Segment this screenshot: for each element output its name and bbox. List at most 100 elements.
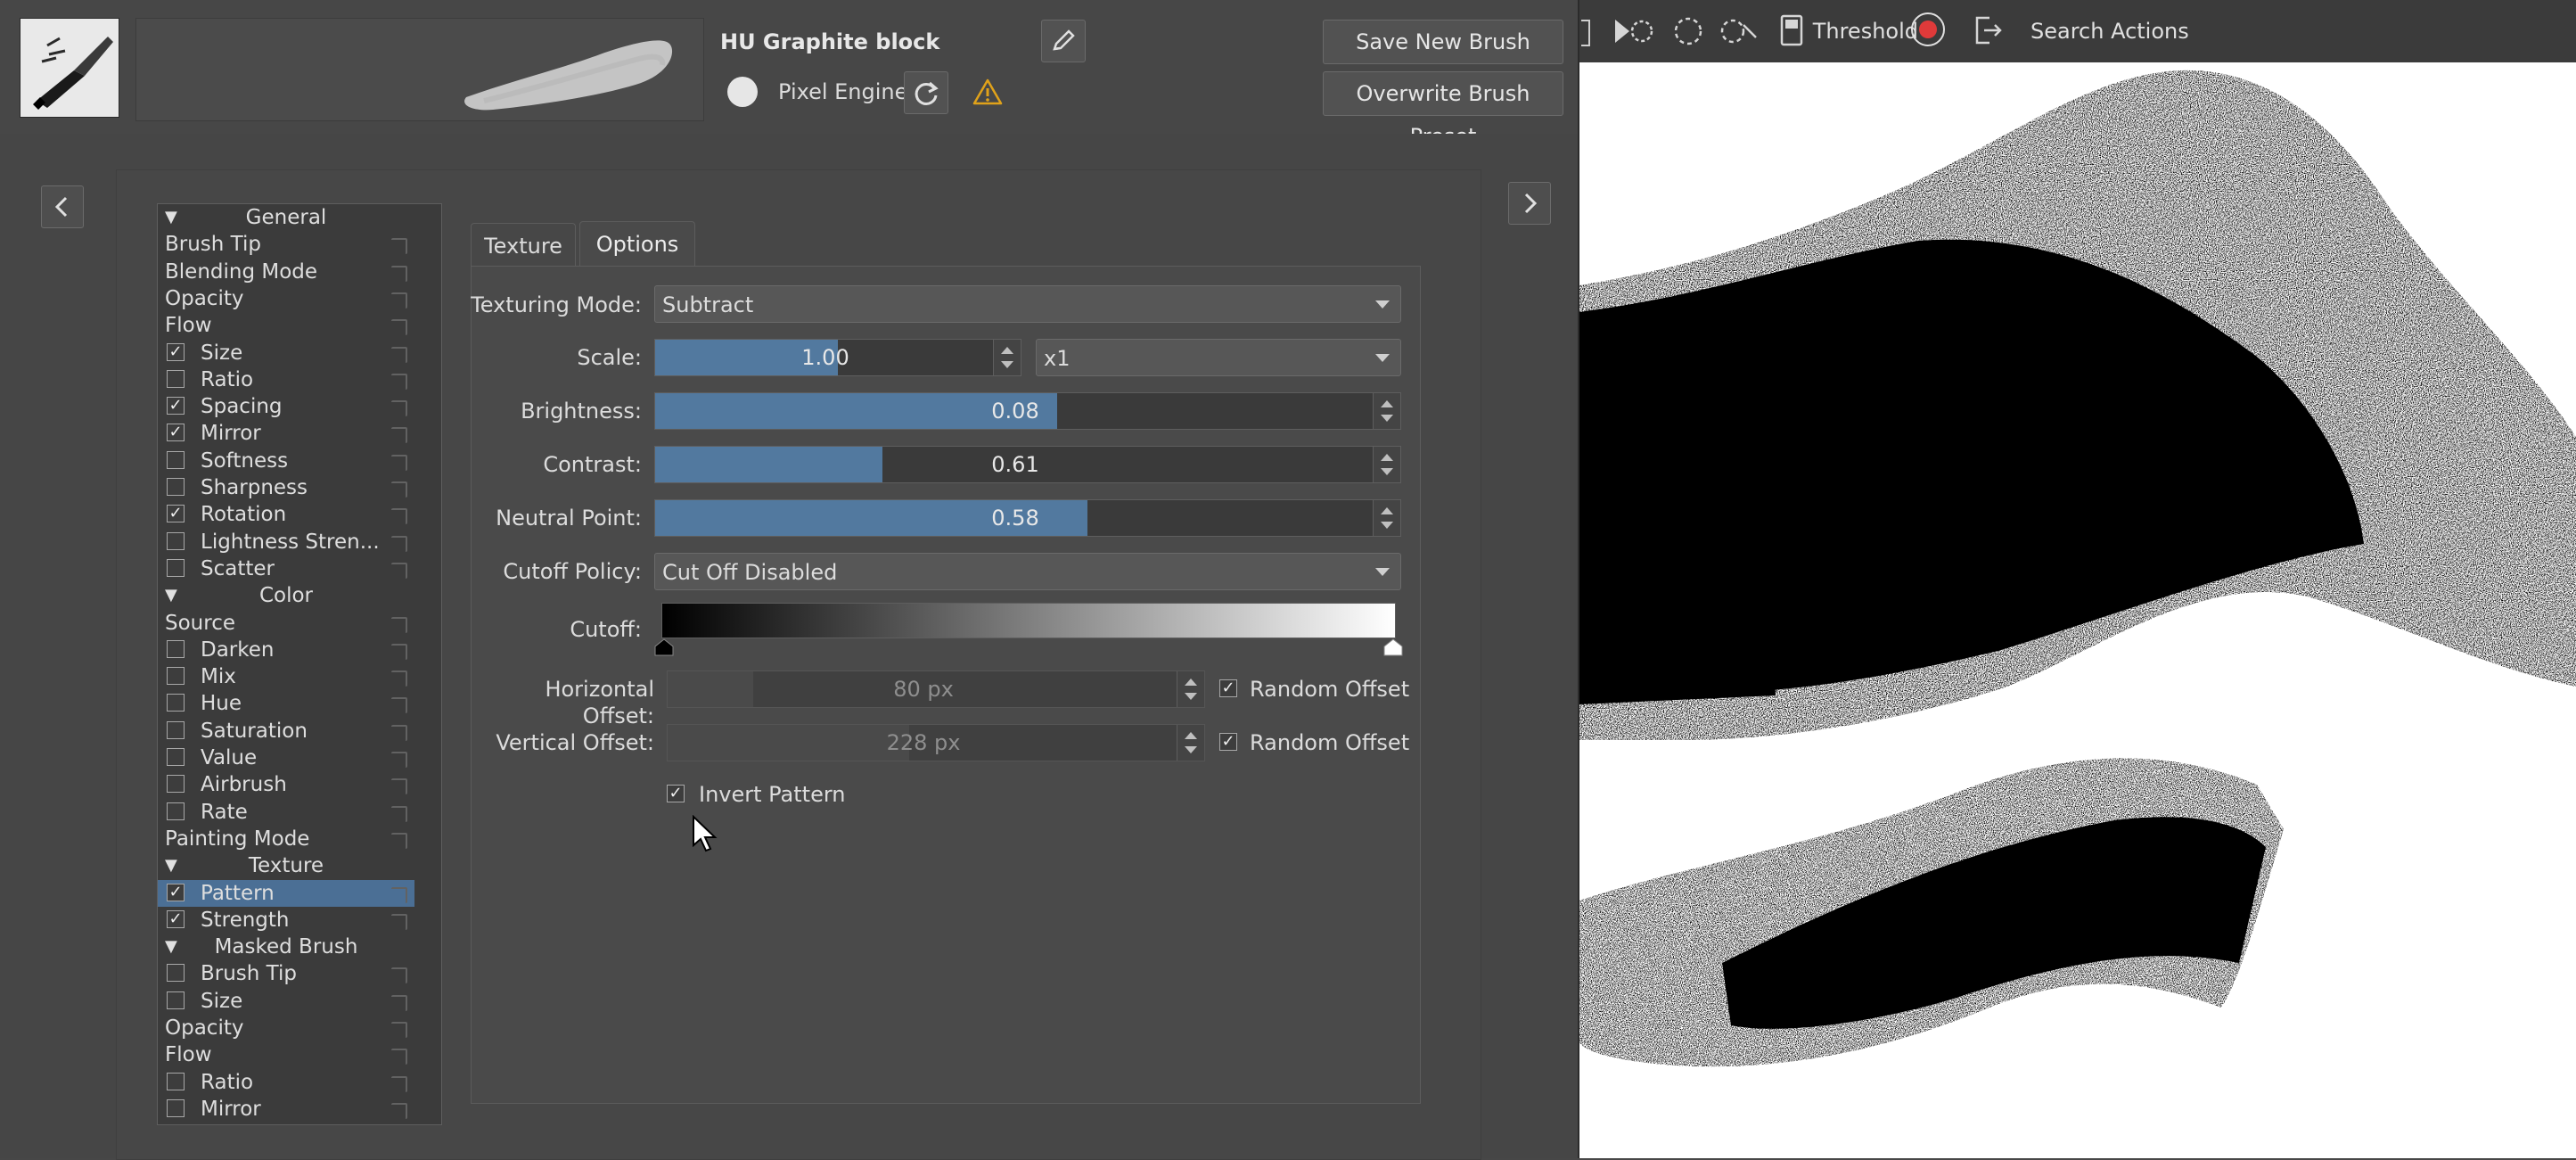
cutoff-gradient[interactable] [661,603,1396,638]
option-group-header[interactable]: ▼ Texture [158,852,414,879]
option-checkbox[interactable] [167,964,185,983]
collapse-triangle-icon[interactable]: ▼ [165,934,177,960]
option-group-header[interactable]: ▼ Masked Brush [158,934,414,960]
edit-name-button[interactable] [1041,20,1086,62]
option-checkbox[interactable] [167,694,185,712]
tab-texture[interactable]: Texture [471,223,576,268]
option-checkbox[interactable] [167,802,185,820]
option-list-item[interactable]: ✓ Strength [158,907,414,934]
option-list-item[interactable]: Darken [158,637,414,663]
option-list-item[interactable]: Value [158,745,414,771]
option-list-item[interactable]: Painting Mode [158,826,414,852]
overwrite-preset-button[interactable]: Overwrite Brush Preset [1323,71,1563,149]
vertical-offset-spinner[interactable] [1177,725,1204,761]
contrast-slider[interactable]: 0.61 [654,446,1401,483]
option-list-item[interactable]: ✓ Mirror [158,420,414,447]
search-actions-button[interactable]: Search Actions [2030,18,2189,45]
option-list-item[interactable]: Size [158,988,414,1015]
option-list-item[interactable]: Hue [158,690,414,717]
subtract-selection-icon[interactable] [1717,14,1760,52]
option-checkbox[interactable] [167,1098,185,1117]
horizontal-random-offset-checkbox[interactable]: ✓ [1219,679,1237,697]
option-list-item[interactable]: ✓ Size [158,340,414,366]
option-list-item[interactable]: Saturation [158,718,414,745]
option-list-item[interactable]: Softness [158,448,414,474]
option-list-item[interactable]: Rate [158,799,414,826]
collapse-triangle-icon[interactable]: ▼ [165,582,177,609]
collapse-left-button[interactable] [41,185,84,228]
option-list-item[interactable]: Opacity [158,285,414,312]
option-checkbox[interactable] [167,639,185,658]
option-list-item[interactable]: Flow [158,1041,414,1068]
option-list-item[interactable]: ✓ Rotation [158,501,414,528]
option-list-item[interactable]: Scatter [158,555,414,582]
option-list-item[interactable]: Lightness Stren... [158,529,414,555]
option-checkbox[interactable] [167,1072,185,1090]
preset-name[interactable]: HU Graphite block [720,29,939,55]
collapse-right-button[interactable] [1508,182,1551,225]
option-checkbox[interactable] [167,558,185,577]
cutoff-low-handle[interactable] [654,638,674,660]
option-checkbox[interactable]: ✓ [167,397,185,415]
option-checkbox[interactable] [167,478,185,496]
option-checkbox[interactable] [167,450,185,469]
option-checkbox[interactable] [167,531,185,550]
vertical-offset-slider[interactable]: 228 px [667,724,1205,761]
option-list-item[interactable]: Source [158,610,414,637]
option-list-item[interactable]: Opacity [158,1015,414,1041]
scale-spinner[interactable] [993,340,1021,375]
neutral-point-spinner[interactable] [1373,500,1400,536]
contrast-spinner[interactable] [1373,447,1400,482]
option-checkbox[interactable] [167,720,185,739]
option-list-item[interactable]: Ratio [158,1069,414,1096]
reload-preset-button[interactable] [904,71,948,114]
option-list-item[interactable]: ✓ Spacing [158,393,414,420]
vertical-random-offset-checkbox[interactable]: ✓ [1219,733,1237,751]
option-group-header[interactable]: ▼ General [158,204,414,231]
option-checkbox[interactable]: ✓ [167,505,185,523]
painting-canvas[interactable] [1579,62,2576,1158]
option-checkbox[interactable]: ✓ [167,909,185,928]
brightness-slider[interactable]: 0.08 [654,392,1401,430]
option-checkbox[interactable] [167,369,185,388]
horizontal-offset-slider[interactable]: 80 px [667,670,1205,708]
record-button[interactable] [1911,12,1945,46]
cutoff-policy-select[interactable]: Cut Off Disabled [654,553,1401,590]
option-list-item[interactable]: ✓ Pattern [158,879,414,907]
option-list-item[interactable]: Sharpness [158,474,414,501]
collapse-triangle-icon[interactable]: ▼ [165,852,177,879]
partial-tool-icon[interactable] [1581,20,1590,46]
circle-selection-icon[interactable] [1670,14,1706,52]
option-list-item[interactable]: Blending Mode [158,259,414,285]
tab-options[interactable]: Options [579,221,695,268]
invert-pattern-checkbox[interactable]: ✓ [667,785,685,802]
option-checkbox[interactable]: ✓ [167,883,185,901]
option-checkbox[interactable] [167,748,185,766]
texturing-mode-select[interactable]: Subtract [654,285,1401,323]
exit-icon[interactable] [1972,12,2006,52]
collapse-triangle-icon[interactable]: ▼ [165,204,177,231]
option-checkbox[interactable]: ✓ [167,342,185,361]
option-checkbox[interactable]: ✓ [167,424,185,442]
option-group-header[interactable]: ▼ Color [158,582,414,609]
threshold-button[interactable]: Threshold [1793,18,1918,45]
option-checkbox[interactable] [167,775,185,794]
brightness-spinner[interactable] [1373,393,1400,429]
scale-multiplier-select[interactable]: x1 [1036,339,1401,376]
option-list-item[interactable]: Ratio [158,366,414,393]
option-list-item[interactable]: Airbrush [158,771,414,798]
horizontal-offset-spinner[interactable] [1177,671,1204,707]
paintop-option-list[interactable]: ▼ General Brush Tip Blending Mode Opacity Flo… [157,203,442,1125]
scale-slider[interactable]: 1.00 [654,339,1021,376]
neutral-point-slider[interactable]: 0.58 [654,499,1401,537]
preset-thumbnail[interactable] [20,18,119,118]
save-new-preset-button[interactable]: Save New Brush Preset... [1323,20,1563,97]
cutoff-high-handle[interactable] [1383,638,1403,660]
option-list-item[interactable]: Mix [158,663,414,690]
option-list-item[interactable]: Brush Tip [158,231,414,258]
option-list-item[interactable]: Brush Tip [158,960,414,987]
option-list-item[interactable]: Flow [158,312,414,339]
option-checkbox[interactable] [167,991,185,1009]
option-checkbox[interactable] [167,667,185,686]
select-shapes-icon[interactable] [1612,14,1654,52]
